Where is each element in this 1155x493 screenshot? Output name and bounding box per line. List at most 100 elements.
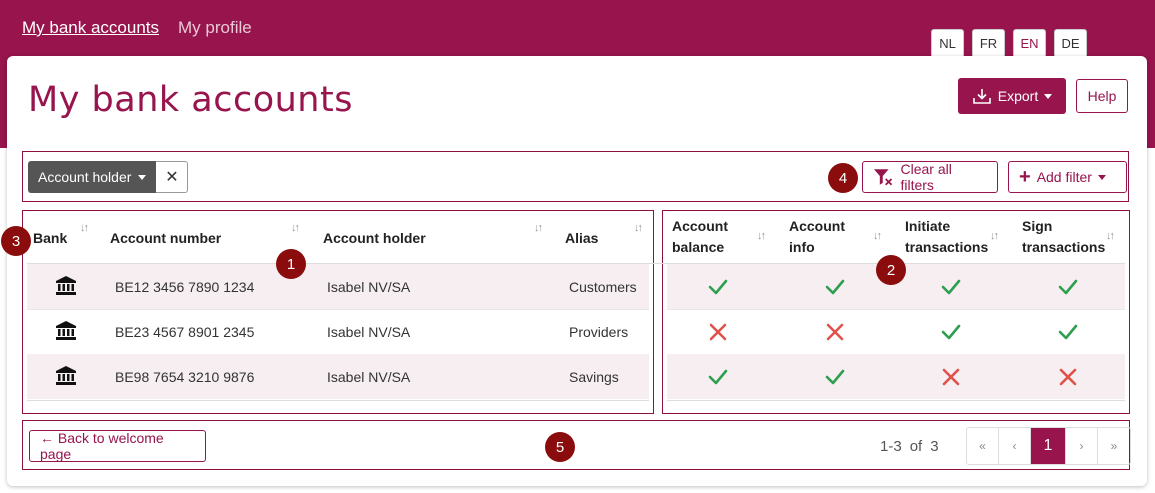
prev-page-button[interactable]: ‹ xyxy=(999,428,1031,464)
sign-cell xyxy=(1058,322,1078,347)
check-icon xyxy=(941,324,961,340)
filter-clear-icon xyxy=(873,169,893,186)
cross-icon xyxy=(942,368,960,386)
close-icon: ✕ xyxy=(165,169,179,186)
page-title: My bank accounts xyxy=(28,80,353,120)
bank-icon xyxy=(56,321,76,340)
col-header-line: info xyxy=(789,239,815,255)
cross-icon xyxy=(826,323,844,341)
clear-all-filters-button[interactable]: Clear all filters xyxy=(862,161,998,193)
remove-filter-button[interactable]: ✕ xyxy=(156,161,189,193)
account-info-cell xyxy=(825,367,845,392)
lang-en[interactable]: EN xyxy=(1013,29,1046,58)
bank-cell xyxy=(56,321,76,345)
col-header-sign-transactions[interactable]: Sign transactions xyxy=(1022,216,1105,258)
col-header-line: transactions xyxy=(905,239,989,255)
sort-icon[interactable]: ↓↑ xyxy=(873,230,882,242)
help-button[interactable]: Help xyxy=(1076,79,1128,113)
sort-icon[interactable]: ↓↑ xyxy=(534,222,543,234)
check-icon xyxy=(708,369,728,385)
col-header-line: transactions xyxy=(1022,239,1106,255)
add-filter-label: Add filter xyxy=(1036,169,1092,185)
export-button[interactable]: Export xyxy=(958,78,1066,114)
col-header-bank[interactable]: Bank xyxy=(33,228,67,249)
bank-cell xyxy=(56,276,76,300)
col-header-account-number[interactable]: Account number xyxy=(110,228,221,249)
lang-de[interactable]: DE xyxy=(1054,29,1087,58)
back-to-welcome-button[interactable]: ← Back to welcome page xyxy=(29,430,206,462)
page-1-button[interactable]: 1 xyxy=(1031,428,1066,464)
sort-icon[interactable]: ↓↑ xyxy=(757,230,766,242)
account-number-cell: BE98 7654 3210 9876 xyxy=(115,369,255,385)
account-balance-cell xyxy=(708,367,728,392)
col-header-initiate-transactions[interactable]: Initiate transactions xyxy=(905,216,988,258)
chevron-down-icon xyxy=(1097,174,1106,180)
account-holder-cell: Isabel NV/SA xyxy=(327,279,411,295)
alias-cell: Customers xyxy=(569,279,637,295)
col-header-line: Account xyxy=(789,218,845,234)
nav-my-bank-accounts[interactable]: My bank accounts xyxy=(22,18,159,38)
table-row xyxy=(667,309,1125,354)
active-filter-chip: Account holder ✕ xyxy=(28,161,189,193)
cross-icon xyxy=(1059,368,1077,386)
bank-cell xyxy=(56,366,76,390)
check-icon xyxy=(941,279,961,295)
lang-fr[interactable]: FR xyxy=(972,29,1005,58)
check-icon xyxy=(825,369,845,385)
check-icon xyxy=(825,279,845,295)
account-number-cell: BE23 4567 8901 2345 xyxy=(115,324,255,340)
annotation-badge-4: 4 xyxy=(828,163,858,193)
col-header-account-holder[interactable]: Account holder xyxy=(323,228,426,249)
initiate-cell xyxy=(941,322,961,347)
annotation-badge-5: 5 xyxy=(545,432,575,462)
annotation-badge-1: 1 xyxy=(276,249,306,279)
pagination: « ‹ 1 › » xyxy=(966,427,1131,465)
account-number-cell: BE12 3456 7890 1234 xyxy=(115,279,255,295)
col-header-account-balance[interactable]: Account balance xyxy=(672,216,728,258)
nav-my-profile[interactable]: My profile xyxy=(178,18,252,38)
alias-cell: Providers xyxy=(569,324,629,340)
export-label: Export xyxy=(997,88,1039,104)
add-filter-button[interactable]: + Add filter xyxy=(1008,161,1127,193)
plus-icon: + xyxy=(1019,165,1031,188)
filter-account-holder-dropdown[interactable]: Account holder xyxy=(28,161,157,193)
language-switcher: NL FR EN DE xyxy=(931,29,1087,58)
sort-icon[interactable]: ↓↑ xyxy=(990,230,999,242)
sort-icon[interactable]: ↓↑ xyxy=(80,222,89,234)
table-row xyxy=(667,354,1125,399)
sort-icon[interactable]: ↓↑ xyxy=(291,222,300,234)
table-bottom-line xyxy=(667,400,1125,401)
annotation-badge-2: 2 xyxy=(876,255,906,285)
download-icon xyxy=(972,89,991,104)
col-header-line: Initiate xyxy=(905,218,951,234)
lang-nl[interactable]: NL xyxy=(931,29,964,58)
last-page-button[interactable]: » xyxy=(1098,428,1130,464)
next-page-button[interactable]: › xyxy=(1066,428,1098,464)
cross-icon xyxy=(709,323,727,341)
first-page-button[interactable]: « xyxy=(967,428,999,464)
annotation-badge-3: 3 xyxy=(1,226,31,256)
check-icon xyxy=(1058,324,1078,340)
result-range: 1-3 of 3 xyxy=(880,438,939,455)
check-icon xyxy=(1058,279,1078,295)
initiate-cell xyxy=(941,277,961,302)
initiate-cell xyxy=(941,367,961,392)
chevron-down-icon xyxy=(138,174,147,180)
top-nav: My bank accounts My profile xyxy=(22,18,252,38)
clear-all-filters-label: Clear all filters xyxy=(900,161,952,193)
col-header-line: balance xyxy=(672,239,725,255)
sort-icon[interactable]: ↓↑ xyxy=(634,222,643,234)
col-header-account-info[interactable]: Account info xyxy=(789,216,845,258)
sort-icon[interactable]: ↓↑ xyxy=(1106,230,1115,242)
account-balance-cell xyxy=(708,277,728,302)
col-header-line: Account xyxy=(672,218,728,234)
sign-cell xyxy=(1058,367,1078,392)
account-info-cell xyxy=(825,322,845,347)
col-header-alias[interactable]: Alias xyxy=(565,228,598,249)
account-holder-cell: Isabel NV/SA xyxy=(327,369,411,385)
account-balance-cell xyxy=(708,322,728,347)
of-text: of xyxy=(909,438,923,455)
bank-icon xyxy=(56,276,76,295)
filter-chip-label: Account holder xyxy=(38,169,132,185)
col-header-line: Sign xyxy=(1022,218,1053,234)
